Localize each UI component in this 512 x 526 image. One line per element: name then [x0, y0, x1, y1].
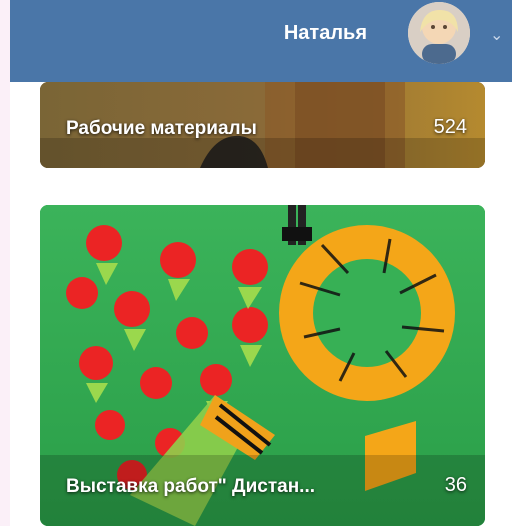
avatar[interactable]: [408, 2, 470, 64]
album-photo-count: 524: [433, 116, 467, 138]
user-name[interactable]: Наталья: [284, 21, 367, 45]
albums-panel: Рабочие материалы 524 Выставка работ" Ди…: [10, 82, 512, 526]
album-photo-count: 36: [444, 474, 467, 496]
album-title: Рабочие материалы: [66, 118, 257, 139]
chevron-down-icon[interactable]: ⌄: [490, 25, 503, 45]
album-card[interactable]: Рабочие материалы 524: [40, 82, 485, 168]
top-header: Наталья ⌄: [10, 0, 512, 82]
album-title: Выставка работ" Дистан...: [66, 476, 316, 497]
album-card[interactable]: Выставка работ" Дистан... 36: [40, 205, 485, 526]
avatar-image: [408, 2, 470, 64]
